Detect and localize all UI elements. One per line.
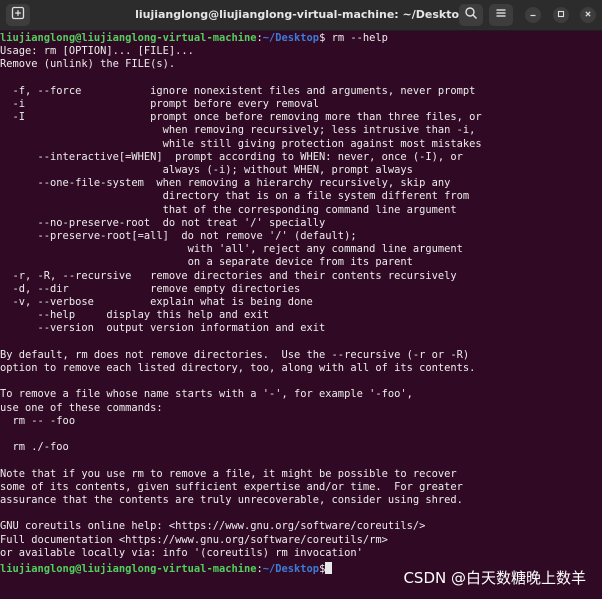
- output-line: Remove (unlink) the FILE(s).: [0, 58, 176, 71]
- output-line: -v, --verbose explain what is being done: [0, 296, 313, 308]
- hamburger-menu-icon: [494, 6, 508, 25]
- watermark-text: CSDN @白天数糖晚上数羊: [403, 569, 586, 587]
- prompt-path: ~/Desktop: [262, 32, 320, 44]
- output-line: Full documentation <https://www.gnu.org/…: [0, 533, 388, 546]
- output-line: --one-file-system when removing a hierar…: [0, 177, 451, 190]
- output-line: -d, --dir remove empty directories: [0, 282, 301, 295]
- search-icon: [464, 6, 478, 25]
- output-line: on a separate device from its parent: [0, 256, 413, 269]
- prompt-user-host: liujianglong@liujianglong-virtual-machin…: [0, 562, 257, 575]
- title-bar: liujianglong@liujianglong-virtual-machin…: [0, 0, 602, 31]
- current-prompt-line[interactable]: liujianglong@liujianglong-virtual-machin…: [0, 561, 333, 575]
- maximize-icon: [556, 6, 566, 24]
- output-line: Note that if you use rm to remove a file…: [0, 467, 457, 480]
- output-line: always (-i); without WHEN, prompt always: [0, 164, 413, 176]
- command-line: liujianglong@liujianglong-virtual-machin…: [0, 32, 388, 45]
- output-line: -i prompt before every removal: [0, 98, 320, 110]
- output-line: that of the corresponding command line a…: [0, 203, 457, 216]
- prompt-user-host: liujianglong@liujianglong-virtual-machin…: [0, 32, 257, 44]
- output-line: --help display this help and exit: [0, 309, 269, 322]
- output-line: directory that is on a file system diffe…: [0, 190, 470, 203]
- terminal-window: liujianglong@liujianglong-virtual-machin…: [0, 0, 602, 599]
- output-line: --version output version information and…: [0, 322, 326, 335]
- terminal-content[interactable]: liujianglong@liujianglong-virtual-machin…: [0, 31, 602, 599]
- output-line: -f, --force ignore nonexistent files and…: [0, 84, 476, 97]
- minimize-icon: [528, 6, 538, 24]
- output-line: -I prompt once before removing more than…: [0, 111, 482, 124]
- text-cursor: [325, 561, 333, 574]
- close-button[interactable]: [580, 7, 596, 23]
- menu-button[interactable]: [489, 4, 513, 26]
- output-line: use one of these commands:: [0, 401, 163, 414]
- output-line: when removing recursively; less intrusiv…: [0, 124, 476, 137]
- minimize-button[interactable]: [525, 7, 541, 23]
- typed-command: rm --help: [325, 32, 388, 44]
- output-line: rm ./-foo: [0, 441, 69, 454]
- output-line: --no-preserve-root do not treat '/' spec…: [0, 216, 326, 229]
- output-line: Usage: rm [OPTION]... [FILE]...: [0, 45, 194, 58]
- prompt-path: ~/Desktop: [262, 562, 320, 575]
- search-button[interactable]: [459, 4, 483, 26]
- output-line: or available locally via: info '(coreuti…: [0, 546, 363, 559]
- output-line: while still giving protection against mo…: [0, 137, 482, 150]
- output-line: rm -- -foo: [0, 414, 76, 427]
- close-icon: [583, 6, 593, 24]
- output-line: To remove a file whose name starts with …: [0, 388, 413, 401]
- output-line: option to remove each listed directory, …: [0, 362, 476, 374]
- output-line: with 'all', reject any command line argu…: [0, 243, 463, 256]
- output-line: -r, -R, --recursive remove directories a…: [0, 269, 457, 282]
- maximize-button[interactable]: [553, 7, 569, 23]
- output-line: By default, rm does not remove directori…: [0, 348, 470, 361]
- output-line: some of its contents, given sufficient e…: [0, 480, 463, 493]
- output-line: GNU coreutils online help: <https://www.…: [0, 520, 426, 533]
- output-line: assurance that the contents are truly un…: [0, 494, 463, 506]
- output-line: --preserve-root[=all] do not remove '/' …: [0, 230, 357, 242]
- output-line: --interactive[=WHEN] prompt according to…: [0, 150, 463, 163]
